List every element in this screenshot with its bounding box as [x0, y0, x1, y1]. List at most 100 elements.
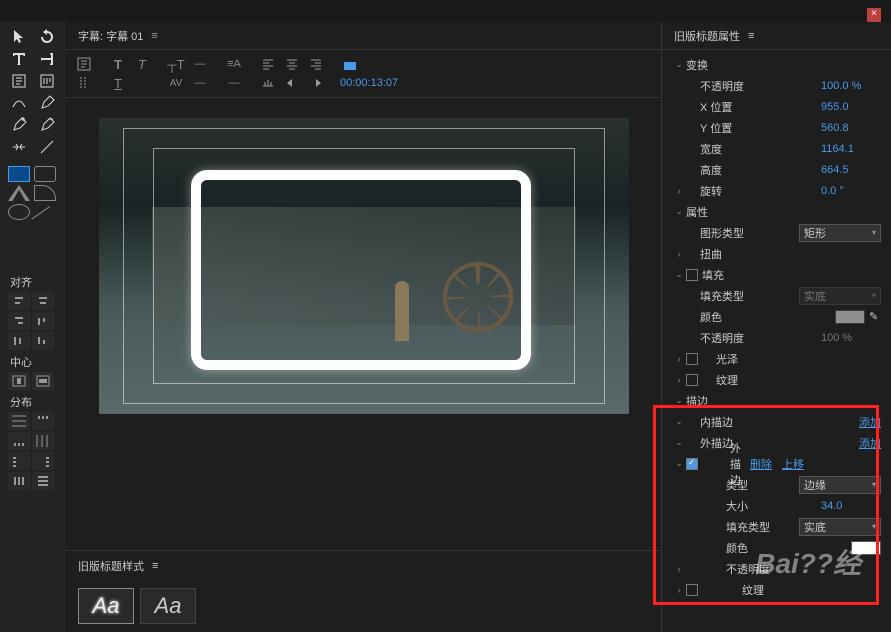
inner-stroke-add[interactable]: 添加 — [859, 414, 881, 430]
tab-stops[interactable] — [258, 75, 278, 91]
show-video-out[interactable] — [306, 75, 326, 91]
align-top[interactable] — [32, 312, 54, 330]
roll-crawl-btn[interactable] — [74, 75, 94, 91]
twirl-strokes[interactable]: ⌄ — [672, 395, 686, 406]
rotate-tool[interactable] — [36, 28, 58, 46]
style-thumb-2[interactable]: Aa — [140, 588, 196, 624]
outer-stroke-moveup[interactable]: 上移 — [782, 456, 804, 472]
align-vcenter[interactable] — [8, 332, 30, 350]
close-button[interactable]: × — [867, 8, 881, 22]
stroke-texture-checkbox[interactable] — [686, 584, 698, 596]
twirl-stroke-opacity[interactable]: › — [672, 564, 686, 574]
line-shape[interactable] — [31, 206, 58, 232]
twirl-sheen[interactable]: › — [672, 354, 686, 364]
dist-hcenter[interactable] — [8, 452, 30, 470]
font-size[interactable]: ┬T — [166, 56, 186, 72]
style-thumb-1[interactable]: Aa — [78, 588, 134, 624]
prop-x-value[interactable]: 955.0 — [821, 101, 881, 113]
delete-anchor-tool[interactable] — [36, 116, 58, 134]
sheen-checkbox[interactable] — [686, 353, 698, 365]
type-tool[interactable] — [8, 50, 30, 68]
dist-right[interactable] — [32, 452, 54, 470]
leading-val[interactable]: — — [224, 75, 244, 91]
stroke-size-value[interactable]: 34.0 — [821, 500, 881, 512]
arc-shape[interactable] — [34, 185, 56, 201]
stroke-size-label: 大小 — [686, 498, 821, 514]
dist-hspace[interactable] — [8, 472, 30, 490]
panel-menu-icon[interactable]: ≡ — [151, 30, 157, 42]
show-video-in[interactable] — [282, 75, 302, 91]
prop-width-value[interactable]: 1164.1 — [821, 143, 881, 155]
align-text-center[interactable] — [282, 56, 302, 72]
outer-stroke-delete[interactable]: 删除 — [750, 456, 772, 472]
dist-top[interactable] — [8, 412, 30, 430]
rounded-rect-shape[interactable] — [34, 166, 56, 182]
stroke-color-swatch[interactable] — [851, 541, 881, 555]
props-menu-icon[interactable]: ≡ — [748, 30, 754, 42]
align-left[interactable] — [8, 292, 30, 310]
eyedropper-icon[interactable]: ✎ — [869, 310, 881, 324]
stroke-type-select[interactable]: 边缘 — [799, 476, 881, 494]
title-rectangle-shape[interactable] — [191, 170, 531, 370]
outer-stroke-add[interactable]: 添加 — [859, 435, 881, 451]
show-bg-video[interactable] — [340, 58, 360, 74]
kerning[interactable]: AV — [166, 75, 186, 91]
line-tool-alt[interactable] — [36, 138, 58, 156]
dist-vcenter[interactable] — [32, 412, 54, 430]
twirl-outer-stroke-item[interactable]: ⌄ — [672, 458, 686, 469]
leading[interactable]: ≡A — [224, 56, 244, 72]
prop-y-value[interactable]: 560.8 — [821, 122, 881, 134]
align-hcenter[interactable] — [32, 292, 54, 310]
font-bold[interactable]: T — [108, 56, 128, 72]
prop-rotation-value[interactable]: 0.0 ° — [821, 185, 881, 197]
kerning-val[interactable]: — — [190, 75, 210, 91]
twirl-transform[interactable]: ⌄ — [672, 59, 686, 70]
prop-opacity-value[interactable]: 100.0 % — [821, 80, 881, 92]
pen-tool[interactable] — [36, 94, 58, 112]
add-anchor-tool[interactable] — [8, 116, 30, 134]
fill-opacity-value[interactable]: 100 % — [821, 332, 881, 344]
texture-checkbox[interactable] — [686, 374, 698, 386]
align-bottom[interactable] — [32, 332, 54, 350]
prop-height-value[interactable]: 664.5 — [821, 164, 881, 176]
fill-checkbox[interactable] — [686, 269, 698, 281]
font-size-val[interactable]: — — [190, 56, 210, 72]
font-italic[interactable]: T — [132, 56, 152, 72]
wedge-shape[interactable] — [8, 185, 30, 201]
vertical-type-tool[interactable] — [36, 50, 58, 68]
font-underline[interactable]: T — [108, 75, 128, 91]
title-canvas[interactable] — [99, 118, 629, 414]
center-vertical[interactable] — [32, 372, 54, 390]
fill-type-select[interactable]: 实底 — [799, 287, 881, 305]
timecode[interactable]: 00:00:13:07 — [340, 77, 398, 89]
dist-left[interactable] — [32, 432, 54, 450]
align-right[interactable] — [8, 312, 30, 330]
vertical-area-type-tool[interactable] — [36, 72, 58, 90]
prop-graphic-type-select[interactable]: 矩形 — [799, 224, 881, 242]
twirl-properties[interactable]: ⌄ — [672, 206, 686, 217]
align-text-left[interactable] — [258, 56, 278, 72]
selection-tool[interactable] — [8, 28, 30, 46]
convert-anchor-tool[interactable] — [8, 138, 30, 156]
twirl-stroke-texture[interactable]: › — [672, 585, 686, 595]
twirl-texture[interactable]: › — [672, 375, 686, 385]
area-type-tool[interactable] — [8, 72, 30, 90]
dist-vspace[interactable] — [32, 472, 54, 490]
fill-color-swatch[interactable] — [835, 310, 865, 324]
align-text-right[interactable] — [306, 56, 326, 72]
new-title-btn[interactable] — [74, 56, 94, 72]
stroke-fill-type-select[interactable]: 实底 — [799, 518, 881, 536]
twirl-outer-stroke[interactable]: ⌄ — [672, 437, 686, 448]
options-bar: T T T ┬T — AV — ≡A — — [66, 50, 661, 98]
twirl-inner-stroke[interactable]: ⌄ — [672, 416, 686, 427]
styles-menu-icon[interactable]: ≡ — [152, 560, 158, 572]
rectangle-shape[interactable] — [8, 166, 30, 182]
ellipse-shape[interactable] — [8, 204, 30, 220]
dist-bottom[interactable] — [8, 432, 30, 450]
twirl-fill[interactable]: ⌄ — [672, 269, 686, 280]
twirl-distort[interactable]: › — [672, 249, 686, 259]
outer-stroke-checkbox[interactable] — [686, 458, 698, 470]
center-horizontal[interactable] — [8, 372, 30, 390]
path-type-tool[interactable] — [8, 94, 30, 112]
twirl-rotation[interactable]: › — [672, 186, 686, 196]
